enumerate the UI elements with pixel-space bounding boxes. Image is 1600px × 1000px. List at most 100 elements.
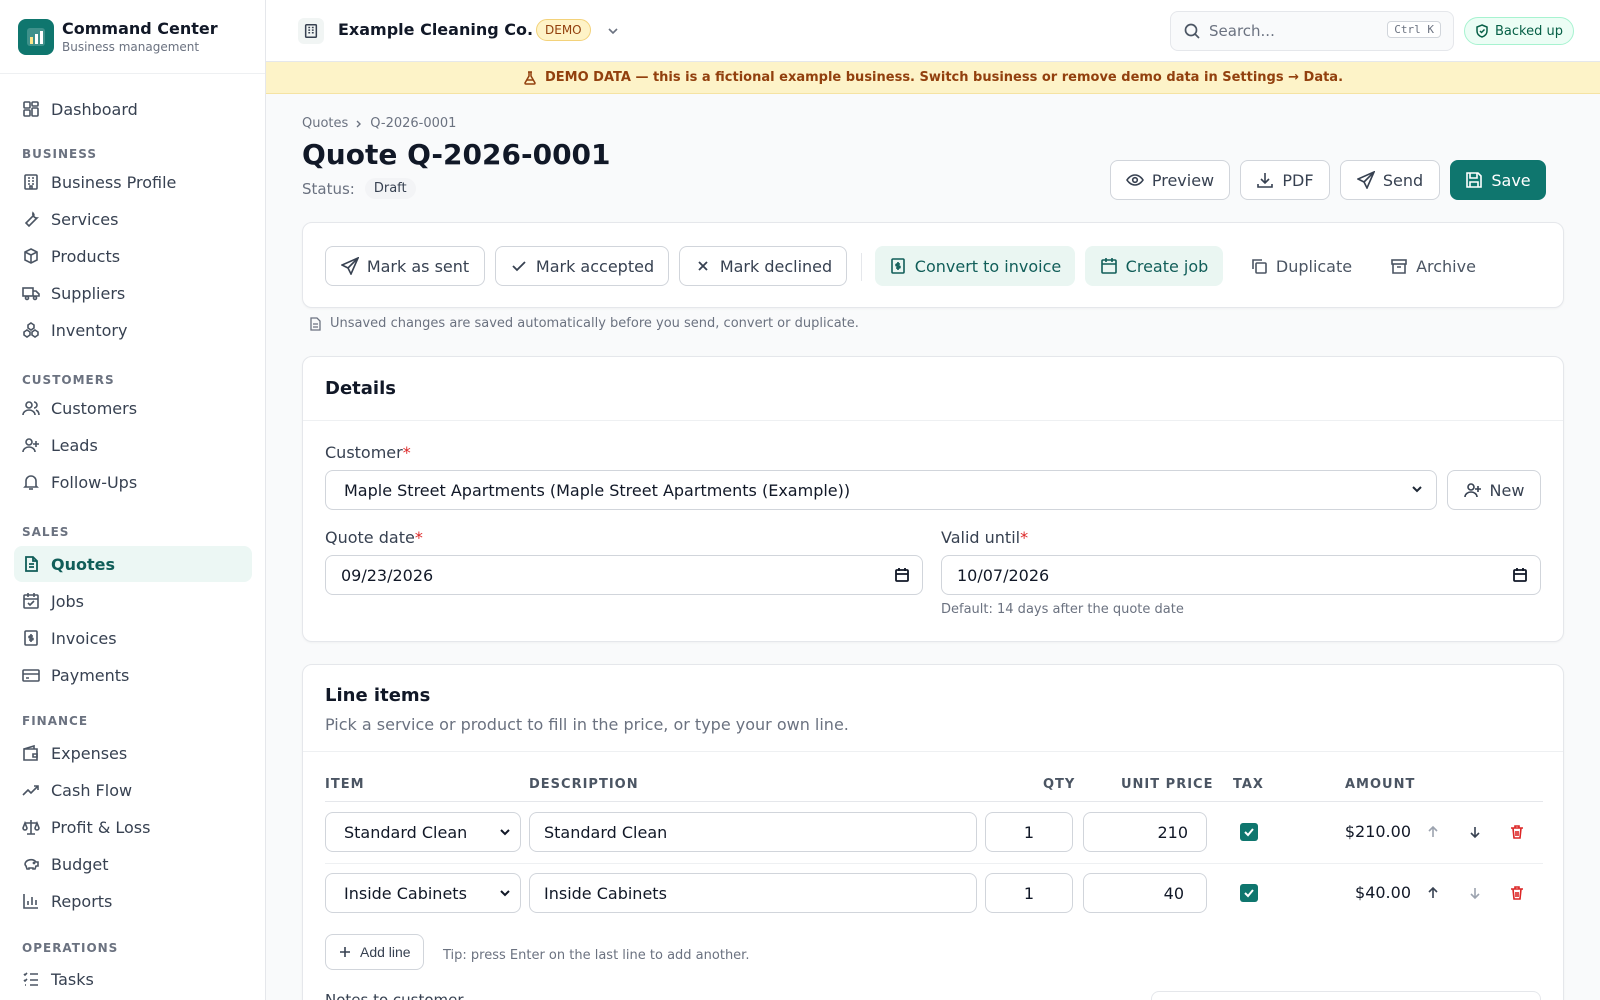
line-item-select[interactable]: Standard Clean (325, 812, 521, 852)
sidebar-item-payments[interactable]: Payments (14, 657, 252, 693)
autosave-note-text: Unsaved changes are saved automatically … (330, 316, 859, 331)
send-icon (1356, 171, 1375, 189)
line-item-select[interactable]: Inside Cabinets (325, 873, 521, 913)
valid-until-label: Valid until* (941, 528, 1028, 547)
truck-icon (22, 284, 40, 302)
calendar-check-icon (22, 592, 40, 610)
valid-until-input[interactable]: 10/07/2026 (941, 555, 1541, 595)
sidebar-item-quotes[interactable]: Quotes (14, 546, 252, 582)
sidebar-item-suppliers[interactable]: Suppliers (14, 275, 252, 311)
demo-banner-text: DEMO DATA — this is a fictional example … (544, 70, 1344, 85)
sidebar-item-label: Quotes (51, 554, 116, 574)
notes-label: Notes to customer (325, 991, 464, 1000)
scale-icon (22, 818, 40, 836)
user-plus-icon (22, 436, 40, 454)
line-unit-price-input[interactable]: 40 (1083, 873, 1207, 913)
status-badge: Draft (364, 178, 416, 199)
column-header-tax: TAX (1233, 777, 1264, 792)
sidebar-item-business-profile[interactable]: Business Profile (14, 164, 252, 200)
sidebar-item-follow-ups[interactable]: Follow-Ups (14, 464, 252, 500)
line-description-input[interactable]: Inside Cabinets (529, 873, 977, 913)
trash-icon[interactable] (1505, 820, 1529, 844)
sidebar-item-products[interactable]: Products (14, 238, 252, 274)
save-button[interactable]: Save (1450, 160, 1546, 200)
mark-accepted-button[interactable]: Mark accepted (495, 246, 669, 286)
calendar-icon[interactable] (1512, 567, 1528, 583)
pdf-button-label: PDF (1282, 170, 1314, 190)
nav-section-customers: CUSTOMERS (22, 373, 115, 387)
building-icon (22, 173, 40, 191)
sidebar-item-label: Tasks (51, 969, 94, 989)
quote-date-input[interactable]: 09/23/2026 (325, 555, 923, 595)
breadcrumb-current: Q-2026-0001 (370, 116, 457, 131)
trash-icon[interactable] (1505, 881, 1529, 905)
customer-label: Customer* (325, 443, 411, 462)
duplicate-button[interactable]: Duplicate (1233, 246, 1369, 286)
pdf-button[interactable]: PDF (1240, 160, 1330, 200)
sidebar-item-dashboard[interactable]: Dashboard (14, 91, 252, 127)
sidebar-item-budget[interactable]: Budget (14, 846, 252, 882)
x-icon (694, 257, 712, 275)
mark-sent-button[interactable]: Mark as sent (325, 246, 485, 286)
arrow-down-icon[interactable] (1463, 881, 1487, 905)
customer-select[interactable]: Maple Street Apartments (Maple Street Ap… (325, 470, 1437, 510)
sidebar-item-invoices[interactable]: Invoices (14, 620, 252, 656)
line-qty-input[interactable]: 1 (985, 873, 1073, 913)
convert-invoice-button[interactable]: Convert to invoice (875, 246, 1075, 286)
sidebar-item-cash-flow[interactable]: Cash Flow (14, 772, 252, 808)
line-tax-checkbox[interactable] (1240, 884, 1258, 902)
sidebar-item-services[interactable]: Services (14, 201, 252, 237)
send-button-label: Send (1382, 170, 1424, 190)
nav-section-finance: FINANCE (22, 714, 89, 728)
sidebar-item-tasks[interactable]: Tasks (14, 961, 252, 997)
add-line-tip: Tip: press Enter on the last line to add… (443, 948, 750, 963)
status-row: Status: Draft (302, 178, 416, 199)
sidebar-item-label: Inventory (51, 320, 128, 340)
sidebar-item-customers[interactable]: Customers (14, 390, 252, 426)
search-input[interactable] (1209, 22, 1379, 40)
page-title: Quote Q-2026-0001 (302, 138, 611, 171)
sidebar-item-profit-loss[interactable]: Profit & Loss (14, 809, 252, 845)
search-shortcut: Ctrl K (1387, 21, 1441, 38)
archive-button[interactable]: Archive (1377, 246, 1489, 286)
sidebar-item-inventory[interactable]: Inventory (14, 312, 252, 348)
sidebar-item-label: Jobs (51, 591, 84, 611)
chevron-down-icon (498, 825, 512, 839)
line-description-input[interactable]: Standard Clean (529, 812, 977, 852)
dashboard-icon (22, 100, 40, 118)
chevron-right-icon (354, 119, 364, 129)
valid-until-label-text: Valid until (941, 528, 1021, 547)
column-header-unit-price: UNIT PRICE (1121, 777, 1214, 792)
sidebar-item-leads[interactable]: Leads (14, 427, 252, 463)
user-plus-icon (1463, 481, 1482, 499)
global-search[interactable]: Ctrl K (1170, 11, 1454, 51)
preview-button[interactable]: Preview (1110, 160, 1230, 200)
arrow-up-icon[interactable] (1421, 820, 1445, 844)
chevron-down-icon[interactable] (606, 24, 620, 38)
business-switcher[interactable]: Example Cleaning Co. (338, 20, 533, 39)
topbar: Example Cleaning Co. DEMO Ctrl K Backed … (266, 0, 1600, 62)
column-header-item: ITEM (325, 777, 365, 792)
customer-label-text: Customer (325, 443, 403, 462)
send-button[interactable]: Send (1340, 160, 1440, 200)
sidebar-item-jobs[interactable]: Jobs (14, 583, 252, 619)
mark-declined-button[interactable]: Mark declined (679, 246, 847, 286)
new-customer-button[interactable]: New (1447, 470, 1541, 510)
brand[interactable]: Command Center Business management (0, 0, 265, 74)
backup-status-badge[interactable]: Backed up (1464, 17, 1574, 45)
arrow-down-icon[interactable] (1463, 820, 1487, 844)
new-customer-label: New (1489, 480, 1525, 500)
sidebar-item-expenses[interactable]: Expenses (14, 735, 252, 771)
breadcrumb-parent[interactable]: Quotes (302, 116, 348, 131)
line-tax-checkbox[interactable] (1240, 823, 1258, 841)
calendar-icon[interactable] (894, 567, 910, 583)
create-job-button[interactable]: Create job (1085, 246, 1223, 286)
line-unit-price-input[interactable]: 210 (1083, 812, 1207, 852)
bell-icon (22, 473, 40, 491)
add-line-button[interactable]: Add line (325, 934, 424, 970)
arrow-up-icon[interactable] (1421, 881, 1445, 905)
autosave-note: Unsaved changes are saved automatically … (308, 316, 859, 331)
sidebar-item-reports[interactable]: Reports (14, 883, 252, 919)
line-qty-input[interactable]: 1 (985, 812, 1073, 852)
line-items-card: Line items Pick a service or product to … (302, 664, 1564, 1000)
